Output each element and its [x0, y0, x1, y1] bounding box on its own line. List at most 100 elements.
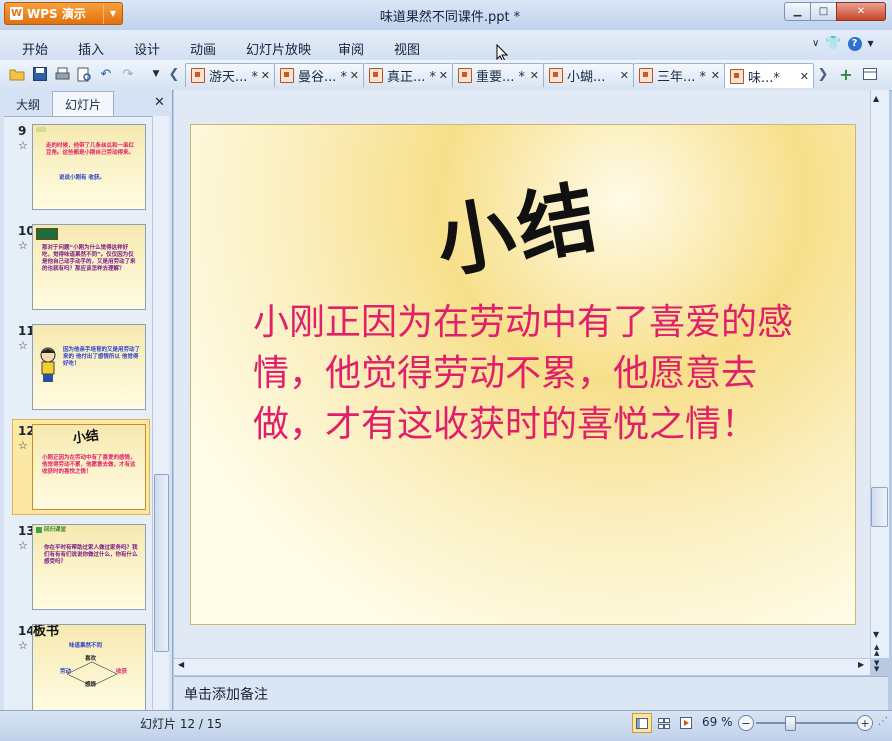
tabs-scroll-right-icon[interactable]: ❯ — [815, 66, 831, 82]
close-tab-icon[interactable]: ✕ — [439, 69, 448, 82]
scrollbar-thumb[interactable] — [154, 474, 169, 652]
doc-tab[interactable]: 三年... * ✕ — [633, 63, 725, 87]
thumbnail-text-2: 说说小刚有 收获。 — [59, 175, 105, 181]
undo-icon[interactable]: ↶ — [98, 66, 114, 82]
close-tab-icon[interactable]: ✕ — [800, 70, 809, 83]
slide-thumbnail-10[interactable]: 那对于问题“小刚为什么觉得这样好吃，觉得味道果然不同”。仅仅因为仅是他自己动手动… — [32, 224, 146, 310]
doc-tab-label: 味...* — [748, 70, 780, 86]
slide-body-text[interactable]: 小刚正因为在劳动中有了喜爱的感情，他觉得劳动不累，他愿意去做，才有这收获时的喜悦… — [253, 297, 793, 450]
doc-tab[interactable]: 曼谷... * ✕ — [274, 63, 364, 87]
close-tab-icon[interactable]: ✕ — [530, 69, 539, 82]
close-window-button[interactable]: ✕ — [836, 2, 886, 21]
thumbnail-number: 9 — [18, 124, 27, 138]
close-tab-icon[interactable]: ✕ — [711, 69, 720, 82]
tab-slides[interactable]: 幻灯片 — [52, 91, 114, 116]
zoom-slider-track[interactable] — [756, 722, 860, 724]
menu-home[interactable]: 开始 — [22, 39, 48, 58]
help-icon[interactable]: ? — [847, 36, 862, 51]
slide-canvas[interactable]: 小结 小刚正因为在劳动中有了喜爱的感情，他觉得劳动不累，他愿意去做，才有这收获时… — [190, 124, 856, 625]
ppt-file-icon — [458, 68, 472, 83]
tabs-scroll-left-icon[interactable]: ❮ — [166, 66, 182, 82]
slide-thumbnail-13[interactable]: 回归课堂 你在平时有帮助过家人做过家务吗？我们有有有们说说你做过什么，你有什么感… — [32, 524, 146, 610]
vertical-scrollbar-thumb[interactable] — [871, 487, 888, 527]
horizontal-scrollbar[interactable] — [174, 658, 870, 675]
normal-view-icon[interactable] — [632, 713, 652, 733]
notes-placeholder[interactable]: 单击添加备注 — [184, 684, 268, 704]
open-folder-icon[interactable] — [9, 66, 25, 82]
blackboard-icon — [36, 228, 58, 240]
animation-star-icon: ☆ — [18, 239, 28, 252]
doc-tab[interactable]: 小蝴... ✕ — [543, 63, 634, 87]
menu-animation[interactable]: 动画 — [190, 39, 216, 58]
chevron-down-icon[interactable]: ∨ — [812, 38, 819, 49]
resize-grip-icon[interactable]: ⋰ — [878, 716, 888, 727]
thumb-banner — [36, 127, 46, 132]
print-preview-icon[interactable] — [76, 66, 92, 82]
close-panel-icon[interactable]: ✕ — [154, 95, 165, 110]
redo-icon[interactable]: ↷ — [120, 66, 136, 82]
thumbnail-text: 因为他亲手培育的又是用劳动了来的 他付出了感情所以 他觉得好吃！ — [63, 347, 141, 367]
zoom-in-button[interactable]: + — [857, 715, 873, 731]
zoom-slider-thumb[interactable] — [785, 716, 796, 731]
doc-tab-active[interactable]: 味...* ✕ — [724, 63, 814, 88]
thumbnail-title: 小结 — [72, 428, 100, 447]
vertical-scrollbar[interactable] — [870, 90, 889, 658]
scroll-left-icon[interactable]: ◀ — [178, 660, 184, 669]
scroll-right-icon[interactable]: ▶ — [858, 660, 864, 669]
menu-review[interactable]: 审阅 — [338, 39, 364, 58]
tab-outline[interactable]: 大纲 — [6, 93, 50, 115]
doc-tab-label: 游天... * — [209, 70, 259, 85]
doc-tab[interactable]: 重要... * ✕ — [452, 63, 544, 87]
close-tab-icon[interactable]: ✕ — [620, 69, 629, 82]
zoom-out-button[interactable]: − — [738, 715, 754, 731]
close-tab-icon[interactable]: ✕ — [261, 69, 270, 82]
menu-view[interactable]: 视图 — [394, 39, 420, 58]
help-dropdown-icon[interactable]: ▼ — [868, 39, 874, 48]
app-name: WPS 演示 — [27, 7, 86, 21]
scroll-up-icon[interactable]: ▲ — [873, 94, 879, 103]
boy-character-icon — [40, 347, 56, 382]
mindmap-label: 喜欢 — [85, 656, 97, 662]
slide-thumbnail-9[interactable]: 走的时候，他带了几条丝瓜和一串红豆角。这些都是小刚自己劳动得来。 说说小刚有 收… — [32, 124, 146, 210]
thumbnail-text: 走的时候，他带了几条丝瓜和一串红豆角。这些都是小刚自己劳动得来。 — [46, 143, 135, 156]
mindmap-label: 收获 — [116, 669, 128, 675]
animation-star-icon: ☆ — [18, 439, 28, 452]
menu-slideshow[interactable]: 幻灯片放映 — [246, 39, 311, 58]
thumbnail-scrollbar[interactable] — [152, 116, 169, 710]
slide-thumbnail-14[interactable]: 板书 味道果然不同 喜欢 劳动 收获 感情 — [32, 624, 146, 712]
print-icon[interactable] — [54, 66, 70, 82]
menu-insert[interactable]: 插入 — [78, 39, 104, 58]
notes-pane[interactable] — [174, 676, 888, 711]
slide-sorter-view-icon[interactable] — [654, 713, 674, 733]
next-slide-icon[interactable]: ▼ ▼ — [874, 660, 879, 673]
maximize-button[interactable]: □ — [810, 2, 837, 21]
shirt-skin-icon[interactable]: 👕 — [825, 36, 841, 51]
save-icon[interactable] — [32, 66, 48, 82]
ppt-file-icon — [369, 68, 383, 83]
app-menu-button[interactable]: W WPS 演示 ▼ — [4, 2, 123, 25]
doc-tab-label: 曼谷... * — [298, 70, 348, 85]
minimize-button[interactable]: ▁ — [784, 2, 811, 21]
doc-tab-label: 小蝴... — [567, 70, 606, 85]
slideshow-play-icon[interactable] — [676, 713, 696, 733]
slide-thumbnail-11[interactable]: 因为他亲手培育的又是用劳动了来的 他付出了感情所以 他觉得好吃！ — [32, 324, 146, 410]
zoom-percentage: 69 % — [702, 715, 733, 729]
menu-design[interactable]: 设计 — [134, 39, 160, 58]
thumbnail-text: 味道果然不同 — [69, 643, 103, 649]
scroll-down-icon[interactable]: ▼ — [873, 630, 879, 639]
slide-title[interactable]: 小结 — [427, 152, 622, 290]
animation-star-icon: ☆ — [18, 639, 28, 652]
doc-tab[interactable]: 真正... * ✕ — [363, 63, 453, 87]
thumbnail-header: 回归课堂 — [44, 527, 67, 533]
doc-tab[interactable]: 游天... * ✕ — [185, 63, 275, 87]
slide-thumbnail-12[interactable]: 小结 小刚正因为在劳动中有了喜爱的感情，他觉得劳动不累，他愿意去做，才有这收获时… — [32, 424, 146, 510]
new-tab-icon[interactable]: + — [838, 65, 854, 84]
dropdown-arrow-icon[interactable]: ▼ — [103, 3, 122, 24]
window-list-icon[interactable] — [862, 66, 878, 82]
thumb-header-icon — [36, 527, 42, 533]
status-bar — [0, 710, 892, 741]
prev-slide-icon[interactable]: ▲ ▲ — [874, 644, 879, 657]
close-tab-icon[interactable]: ✕ — [350, 69, 359, 82]
thumbnail-text: 小刚正因为在劳动中有了喜爱的感情，他觉得劳动不累，他愿意去做，才有这收获时的喜悦… — [42, 455, 136, 475]
quick-access-dropdown-icon[interactable]: ▼ — [148, 66, 164, 82]
